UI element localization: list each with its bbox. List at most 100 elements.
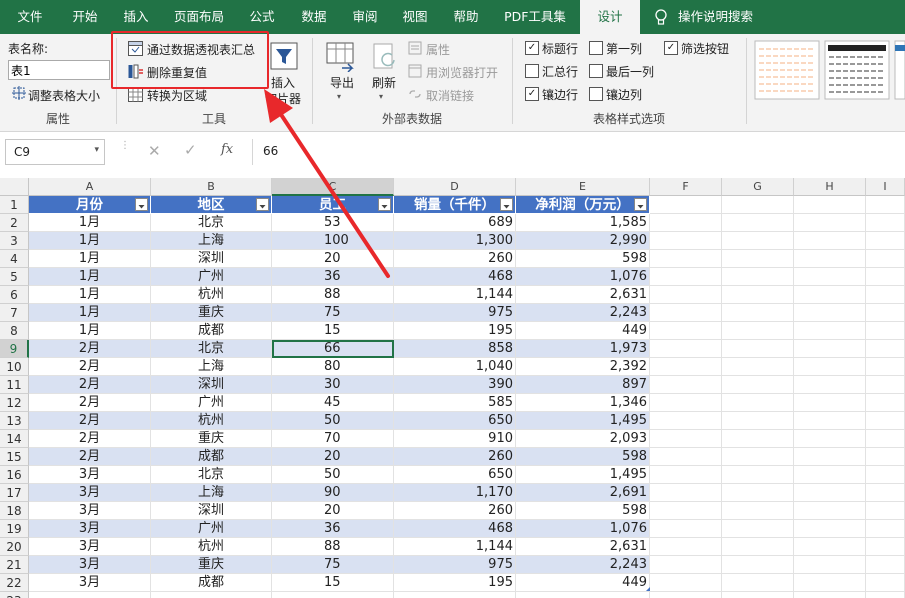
filter-dropdown-icon[interactable] xyxy=(135,198,148,211)
table-cell[interactable]: 598 xyxy=(516,502,650,520)
header-row-checkbox[interactable]: ✓ xyxy=(525,41,539,55)
empty-cell[interactable] xyxy=(151,592,272,598)
table-cell[interactable]: 20 xyxy=(272,502,394,520)
column-header-f[interactable]: F xyxy=(650,178,722,196)
table-cell[interactable]: 广州 xyxy=(151,520,272,538)
empty-cell[interactable] xyxy=(794,412,866,430)
empty-cell[interactable] xyxy=(722,358,794,376)
filter-dropdown-icon[interactable] xyxy=(500,198,513,211)
row-header[interactable]: 23 xyxy=(0,592,29,598)
table-cell[interactable]: 260 xyxy=(394,250,516,268)
empty-cell[interactable] xyxy=(866,268,905,286)
empty-cell[interactable] xyxy=(516,592,650,598)
empty-cell[interactable] xyxy=(794,268,866,286)
table-cell[interactable]: 重庆 xyxy=(151,304,272,322)
first-column-checkbox[interactable] xyxy=(589,41,603,55)
tab-pdf-tools[interactable]: PDF工具集 xyxy=(496,0,574,34)
formula-input[interactable]: 66 xyxy=(252,139,905,165)
filter-dropdown-icon[interactable] xyxy=(378,198,391,211)
empty-cell[interactable] xyxy=(722,304,794,322)
table-header-cell[interactable]: 净利润（万元） xyxy=(516,196,650,214)
empty-cell[interactable] xyxy=(866,376,905,394)
row-header[interactable]: 21 xyxy=(0,556,29,574)
empty-cell[interactable] xyxy=(722,448,794,466)
table-header-cell[interactable]: 员工 xyxy=(272,196,394,214)
tell-me-search[interactable]: 操作说明搜索 xyxy=(678,0,768,34)
column-header-g[interactable]: G xyxy=(722,178,794,196)
empty-cell[interactable] xyxy=(650,412,722,430)
empty-cell[interactable] xyxy=(794,286,866,304)
banded-columns-checkbox[interactable] xyxy=(589,87,603,101)
row-header[interactable]: 3 xyxy=(0,232,29,250)
empty-cell[interactable] xyxy=(650,466,722,484)
table-cell[interactable]: 1,585 xyxy=(516,214,650,232)
table-cell[interactable]: 2,990 xyxy=(516,232,650,250)
table-cell[interactable]: 75 xyxy=(272,304,394,322)
total-row-checkbox[interactable] xyxy=(525,64,539,78)
table-cell[interactable]: 深圳 xyxy=(151,502,272,520)
table-cell[interactable]: 1月 xyxy=(29,232,151,250)
empty-cell[interactable] xyxy=(794,394,866,412)
unlink-button[interactable]: 取消链接 xyxy=(426,87,474,104)
table-cell[interactable]: 390 xyxy=(394,376,516,394)
row-header[interactable]: 5 xyxy=(0,268,29,286)
table-cell[interactable]: 1月 xyxy=(29,304,151,322)
table-cell[interactable]: 449 xyxy=(516,574,650,592)
table-cell[interactable]: 2月 xyxy=(29,448,151,466)
row-header[interactable]: 10 xyxy=(0,358,29,376)
convert-to-range-button[interactable]: 转换为区域 xyxy=(147,87,207,104)
empty-cell[interactable] xyxy=(394,592,516,598)
table-header-cell[interactable]: 月份 xyxy=(29,196,151,214)
table-cell[interactable]: 1月 xyxy=(29,268,151,286)
empty-cell[interactable] xyxy=(722,538,794,556)
empty-cell[interactable] xyxy=(722,502,794,520)
empty-cell[interactable] xyxy=(722,430,794,448)
table-cell[interactable]: 2月 xyxy=(29,412,151,430)
table-cell[interactable]: 1,346 xyxy=(516,394,650,412)
row-header[interactable]: 22 xyxy=(0,574,29,592)
empty-cell[interactable] xyxy=(722,268,794,286)
empty-cell[interactable] xyxy=(866,322,905,340)
table-cell[interactable]: 449 xyxy=(516,322,650,340)
row-header[interactable]: 4 xyxy=(0,250,29,268)
empty-cell[interactable] xyxy=(722,484,794,502)
row-header[interactable]: 18 xyxy=(0,502,29,520)
table-cell[interactable]: 成都 xyxy=(151,322,272,340)
empty-cell[interactable] xyxy=(650,484,722,502)
empty-cell[interactable] xyxy=(722,322,794,340)
empty-cell[interactable] xyxy=(794,358,866,376)
tab-insert[interactable]: 插入 xyxy=(112,0,160,34)
table-cell[interactable]: 650 xyxy=(394,466,516,484)
empty-cell[interactable] xyxy=(722,412,794,430)
table-cell[interactable]: 杭州 xyxy=(151,286,272,304)
table-cell[interactable]: 598 xyxy=(516,250,650,268)
row-header[interactable]: 20 xyxy=(0,538,29,556)
row-header[interactable]: 19 xyxy=(0,520,29,538)
row-header[interactable]: 11 xyxy=(0,376,29,394)
empty-cell[interactable] xyxy=(866,394,905,412)
empty-cell[interactable] xyxy=(866,286,905,304)
empty-cell[interactable] xyxy=(866,520,905,538)
table-cell[interactable]: 598 xyxy=(516,448,650,466)
empty-cell[interactable] xyxy=(722,376,794,394)
table-cell[interactable]: 1,495 xyxy=(516,412,650,430)
filter-dropdown-icon[interactable] xyxy=(256,198,269,211)
table-cell[interactable]: 上海 xyxy=(151,358,272,376)
empty-cell[interactable] xyxy=(794,592,866,598)
empty-cell[interactable] xyxy=(722,556,794,574)
empty-cell[interactable] xyxy=(866,484,905,502)
table-cell[interactable]: 1,973 xyxy=(516,340,650,358)
tab-review[interactable]: 审阅 xyxy=(342,0,388,34)
empty-cell[interactable] xyxy=(650,376,722,394)
empty-cell[interactable] xyxy=(794,538,866,556)
row-header[interactable]: 2 xyxy=(0,214,29,232)
row-header[interactable]: 14 xyxy=(0,430,29,448)
table-cell[interactable]: 650 xyxy=(394,412,516,430)
table-cell[interactable]: 深圳 xyxy=(151,376,272,394)
empty-cell[interactable] xyxy=(866,250,905,268)
empty-cell[interactable] xyxy=(722,394,794,412)
table-cell[interactable]: 88 xyxy=(272,286,394,304)
table-cell[interactable]: 975 xyxy=(394,304,516,322)
empty-cell[interactable] xyxy=(866,592,905,598)
table-cell[interactable]: 195 xyxy=(394,322,516,340)
